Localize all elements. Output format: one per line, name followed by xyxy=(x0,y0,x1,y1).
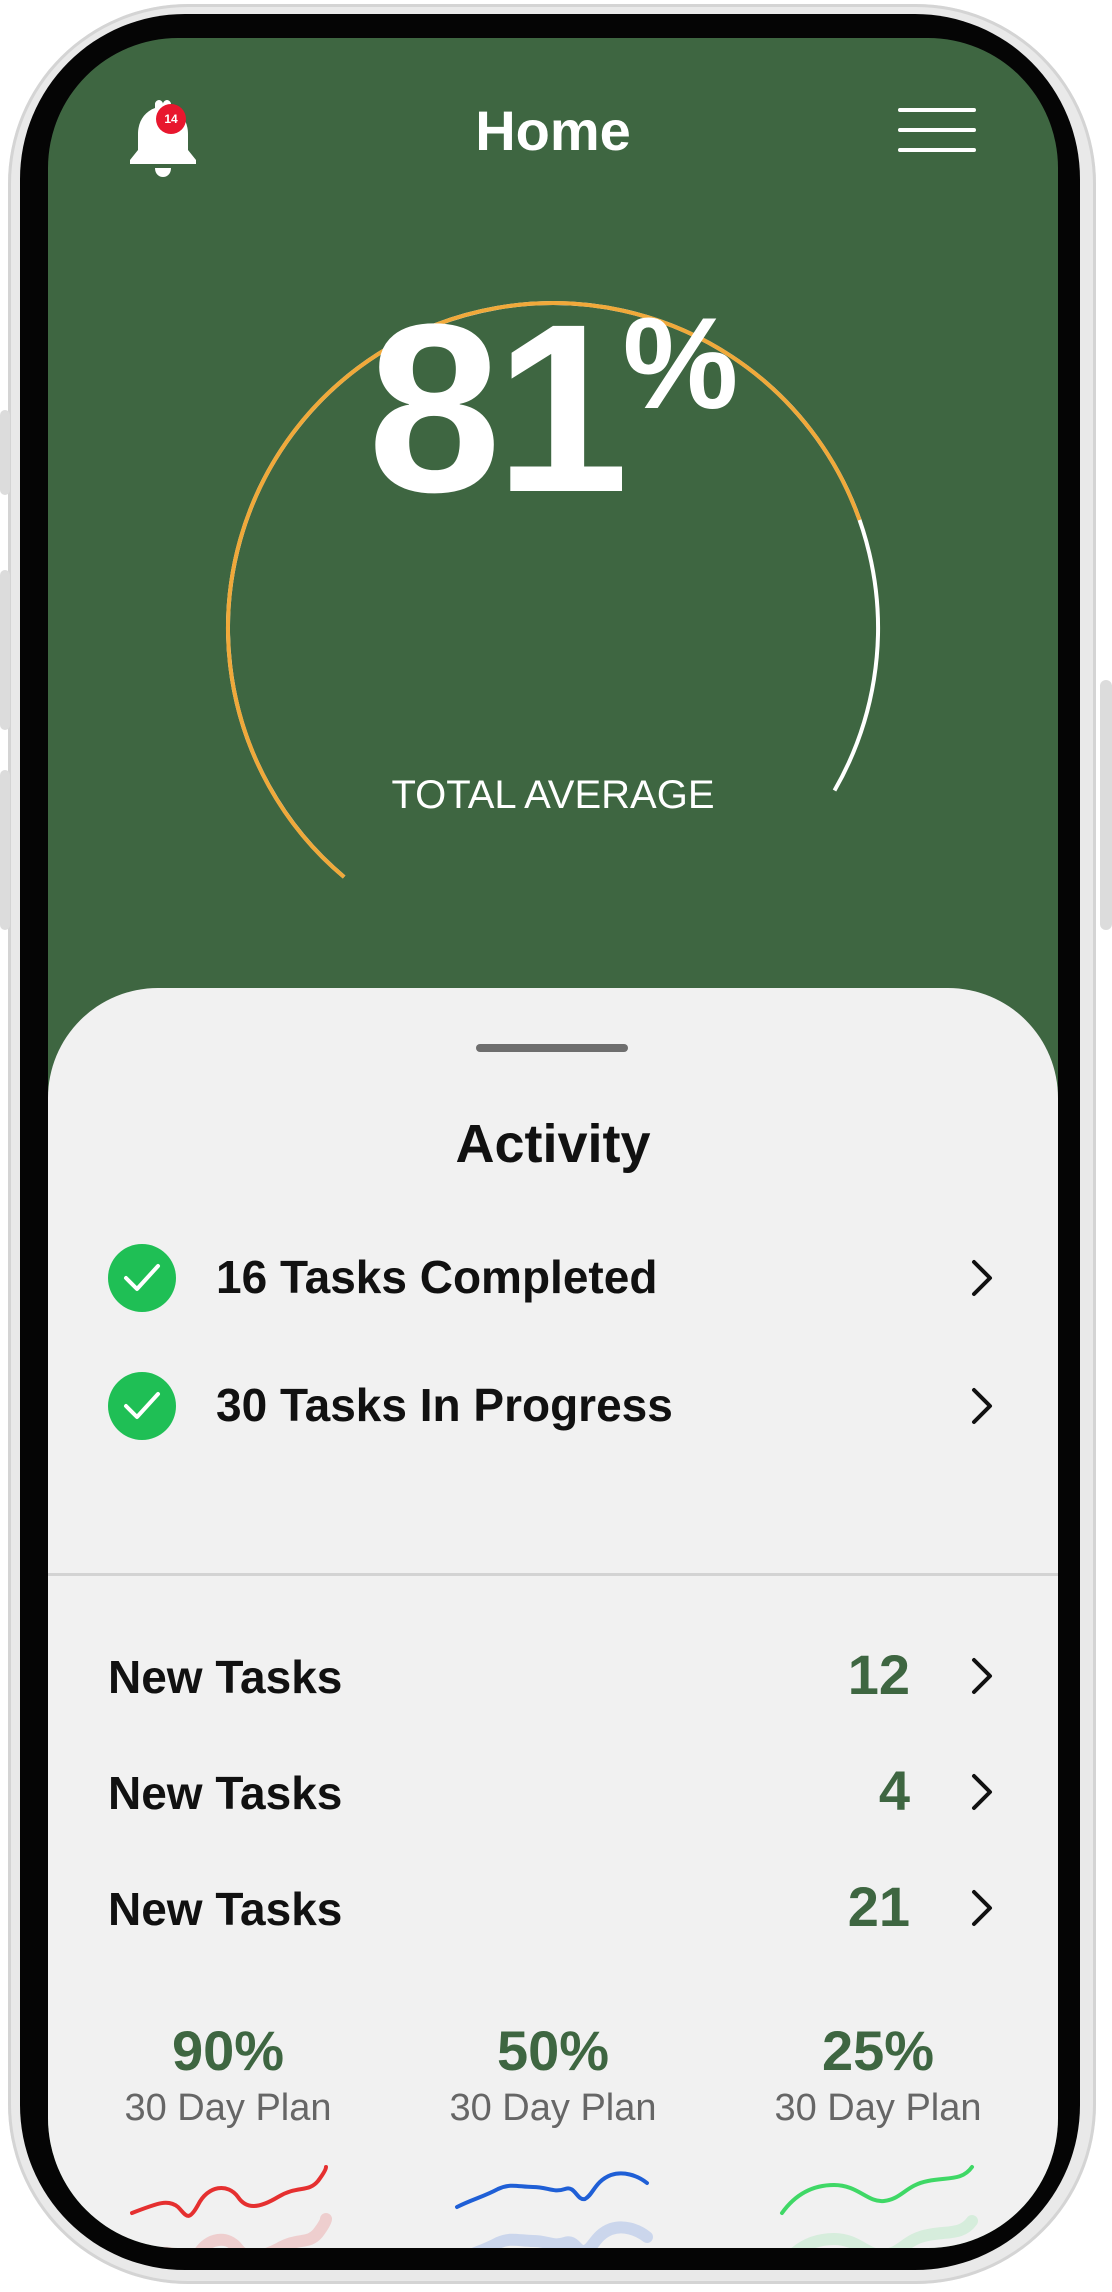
bottom-sheet: Activity 16 Tasks Completed 30 Tasks In … xyxy=(48,988,1058,2248)
check-circle-icon xyxy=(108,1244,176,1312)
plan-label: 30 Day Plan xyxy=(774,2087,982,2129)
task-count: 21 xyxy=(847,1875,910,1938)
chevron-right-icon xyxy=(972,1658,992,1694)
hamburger-menu-icon[interactable] xyxy=(898,104,978,152)
plan-card-1[interactable]: 90% 30 Day Plan xyxy=(78,2018,378,2130)
plan-percent: 90% xyxy=(171,2019,285,2082)
task-label: New Tasks xyxy=(108,1651,343,1703)
chevron-right-icon xyxy=(972,1890,992,1926)
plan-label: 30 Day Plan xyxy=(124,2087,332,2129)
task-row[interactable]: New Tasks 12 xyxy=(108,1640,998,1710)
sparkline-red xyxy=(130,2165,332,2248)
phone-power-button xyxy=(1100,680,1112,930)
task-row[interactable]: New Tasks 21 xyxy=(108,1872,998,1942)
plan-label: 30 Day Plan xyxy=(449,2087,657,2129)
sparkline-green xyxy=(780,2165,978,2248)
activity-item-in-progress[interactable]: 30 Tasks In Progress xyxy=(108,1366,998,1446)
sparkline-blue xyxy=(455,2171,653,2248)
average-label: TOTAL AVERAGE xyxy=(391,773,715,817)
activity-item-label: 16 Tasks Completed xyxy=(216,1251,658,1303)
phone-volume-up-button xyxy=(0,570,10,730)
task-label: New Tasks xyxy=(108,1883,343,1935)
app-screen: 14 Home 81% TOTAL AVERAGE Activity 16 Ta… xyxy=(48,38,1058,2248)
phone-volume-down-button xyxy=(0,770,10,930)
chevron-right-icon xyxy=(972,1388,992,1424)
phone-side-button xyxy=(0,410,10,495)
task-label: New Tasks xyxy=(108,1767,343,1819)
chevron-right-icon xyxy=(972,1774,992,1810)
average-value: 81% xyxy=(48,288,1058,528)
average-unit: % xyxy=(622,290,739,436)
plan-percent: 25% xyxy=(821,2019,935,2082)
section-divider xyxy=(48,1573,1058,1576)
task-count: 12 xyxy=(847,1643,910,1706)
activity-title: Activity xyxy=(455,1114,651,1174)
plan-percent: 50% xyxy=(496,2019,610,2082)
activity-item-label: 30 Tasks In Progress xyxy=(216,1379,673,1431)
sheet-drag-handle[interactable] xyxy=(476,1044,628,1052)
average-number: 81 xyxy=(367,274,629,542)
plan-card-3[interactable]: 25% 30 Day Plan xyxy=(728,2018,1028,2130)
activity-item-completed[interactable]: 16 Tasks Completed xyxy=(108,1238,998,1318)
task-count: 4 xyxy=(878,1759,910,1822)
check-circle-icon xyxy=(108,1372,176,1440)
plan-card-2[interactable]: 50% 30 Day Plan xyxy=(403,2018,703,2130)
task-row[interactable]: New Tasks 4 xyxy=(108,1756,998,1826)
header: 14 Home xyxy=(48,38,1058,218)
chevron-right-icon xyxy=(972,1260,992,1296)
